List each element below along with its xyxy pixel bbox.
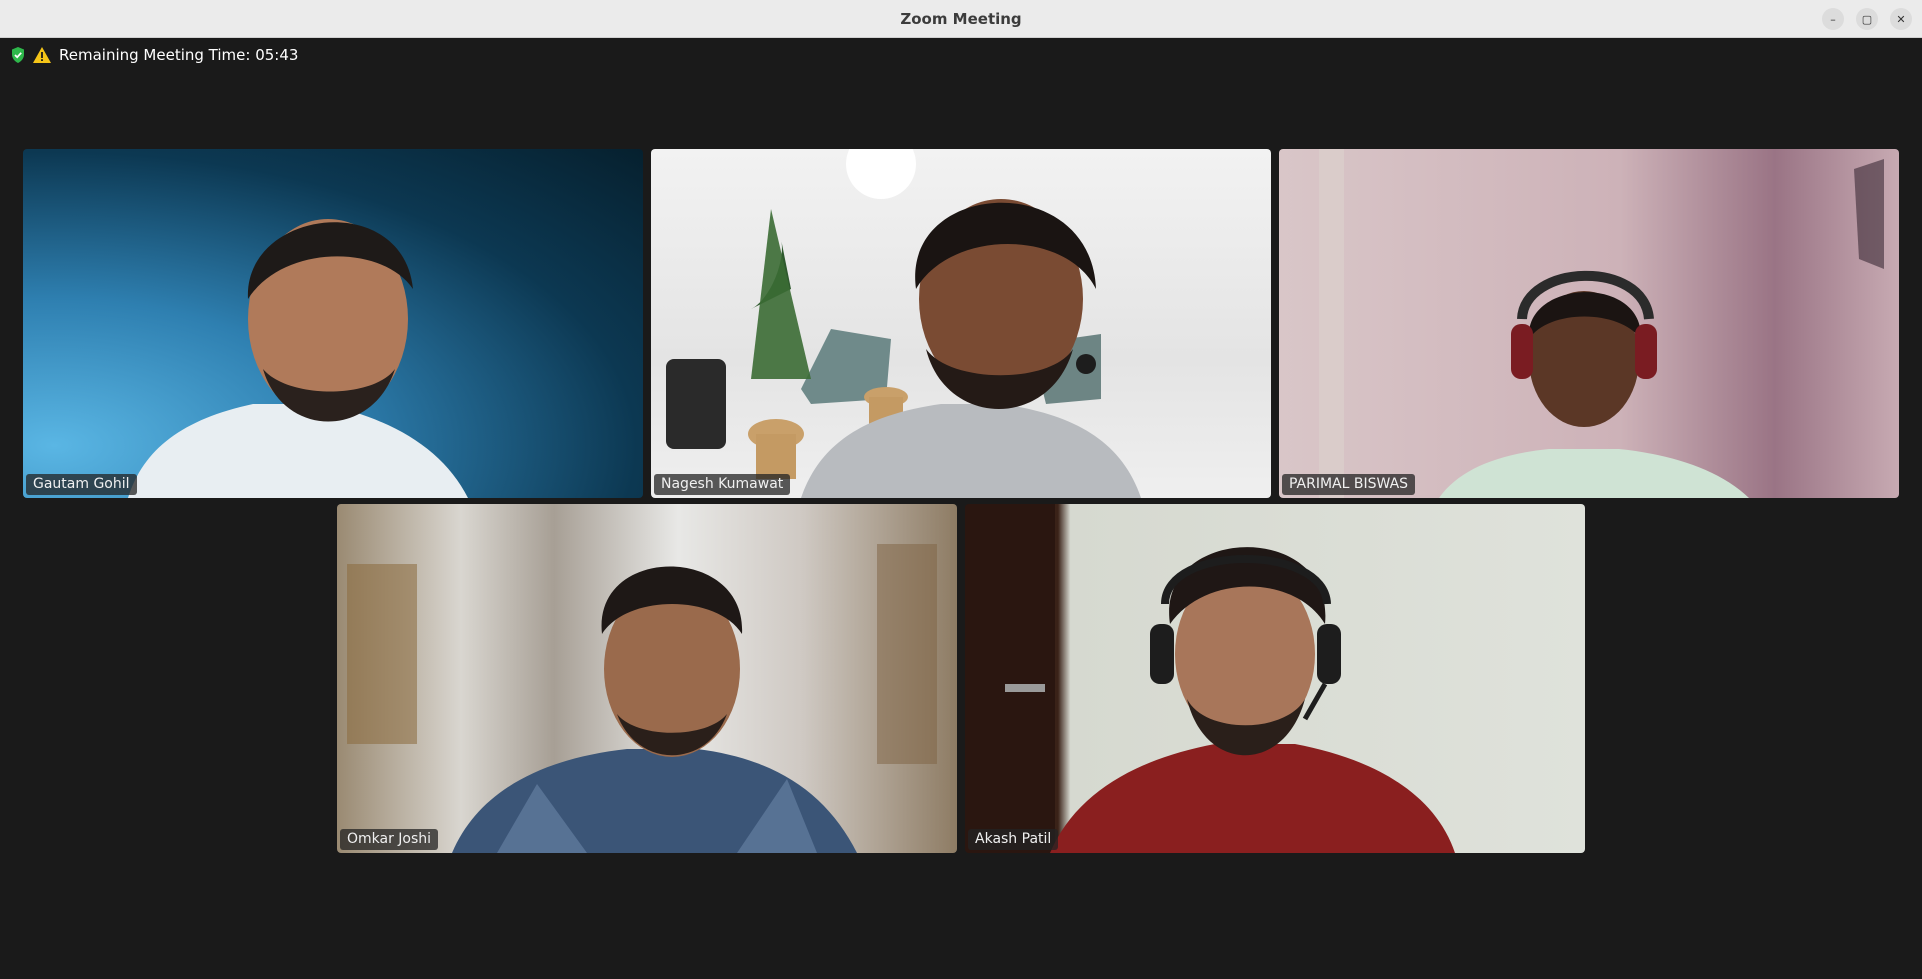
person-silhouette (347, 544, 937, 853)
person-silhouette (666, 149, 1141, 498)
video-feed (1279, 149, 1899, 498)
minimize-button[interactable]: – (1822, 8, 1844, 30)
person-silhouette (1319, 149, 1884, 498)
maximize-button[interactable]: ▢ (1856, 8, 1878, 30)
window-title: Zoom Meeting (900, 9, 1022, 28)
close-button[interactable]: ✕ (1890, 8, 1912, 30)
video-feed (337, 504, 957, 853)
person-silhouette (128, 219, 468, 498)
participant-tile[interactable]: PARIMAL BISWAS (1279, 149, 1899, 498)
participant-tile[interactable]: Omkar Joshi (337, 504, 957, 853)
participant-name: Omkar Joshi (340, 829, 439, 850)
participant-name: Akash Patil (968, 829, 1059, 850)
participant-name: PARIMAL BISWAS (1282, 474, 1416, 495)
window-controls: – ▢ ✕ (1822, 8, 1912, 30)
remaining-time-text: Remaining Meeting Time: 05:43 (59, 46, 299, 64)
meeting-status-bar: Remaining Meeting Time: 05:43 (11, 46, 298, 64)
participant-tile[interactable]: Gautam Gohil (23, 149, 643, 498)
video-feed (651, 149, 1271, 498)
video-feed (965, 504, 1585, 853)
window-titlebar: Zoom Meeting – ▢ ✕ (0, 0, 1922, 38)
shield-check-icon[interactable] (11, 47, 25, 63)
participant-name: Gautam Gohil (26, 474, 137, 495)
participant-tile[interactable]: Nagesh Kumawat (651, 149, 1271, 498)
participant-name: Nagesh Kumawat (654, 474, 791, 495)
person-silhouette (965, 504, 1455, 853)
warning-icon (33, 47, 51, 63)
video-feed (23, 149, 643, 498)
participant-tile[interactable]: Akash Patil (965, 504, 1585, 853)
